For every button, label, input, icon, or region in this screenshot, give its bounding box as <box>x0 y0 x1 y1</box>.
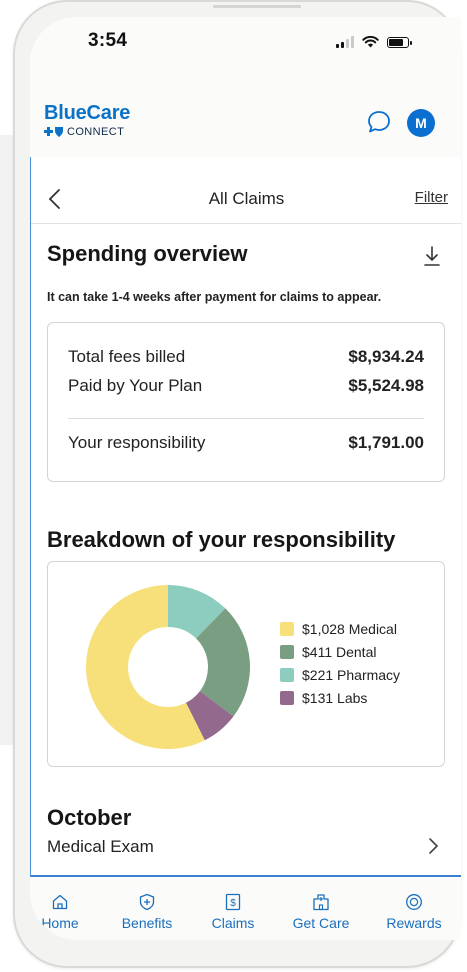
phone-top-edge <box>213 5 301 8</box>
breakdown-title: Breakdown of your responsibility <box>47 527 396 552</box>
breakdown-card: $1,028 Medical $411 Dental $221 Pharmacy… <box>47 561 445 767</box>
filter-button[interactable]: Filter <box>415 189 448 206</box>
fee-row-paid-by-plan: Paid by Your Plan $5,524.98 <box>68 376 424 396</box>
logo-text: BlueCare <box>44 102 131 124</box>
chat-icon[interactable] <box>366 109 392 135</box>
legend-label: $411 Dental <box>302 643 377 660</box>
fee-amount: $5,524.98 <box>348 376 424 395</box>
phone-screen: 3:54 BlueCare CONNECT M All Claims Filte… <box>30 17 461 940</box>
legend-swatch <box>280 690 294 705</box>
building-icon <box>313 894 329 911</box>
fee-label: Your responsibility <box>68 433 206 452</box>
tab-label: Rewards <box>386 915 442 931</box>
status-icons <box>336 36 412 48</box>
fee-label: Paid by Your Plan <box>68 376 203 395</box>
svg-text:$: $ <box>230 898 236 909</box>
legend-swatch <box>280 644 294 659</box>
spending-summary-card: Total fees billed $8,934.24 Paid by Your… <box>47 322 445 482</box>
legend-item: $411 Dental <box>280 640 400 663</box>
donut-chart <box>85 585 250 749</box>
home-icon <box>52 894 68 910</box>
legend-label: $131 Labs <box>302 689 368 706</box>
battery-icon <box>387 36 412 48</box>
chevron-right-icon[interactable] <box>427 837 439 855</box>
fee-label: Total fees billed <box>68 347 186 366</box>
cross-shield-logo-icon <box>44 126 63 137</box>
bluecare-logo: BlueCare CONNECT <box>44 102 130 138</box>
tab-label: Benefits <box>121 915 173 931</box>
tab-label: Claims <box>211 915 255 931</box>
tab-claims[interactable]: $ Claims <box>193 893 273 931</box>
content-bottom-divider <box>31 875 461 877</box>
tab-home[interactable]: Home <box>30 893 100 931</box>
spending-overview-title: Spending overview <box>47 241 248 266</box>
tab-get-care[interactable]: Get Care <box>281 893 361 931</box>
claim-row-medical-exam[interactable]: Medical Exam <box>47 837 154 857</box>
nav-divider <box>31 223 461 224</box>
tab-label: Home <box>41 915 79 931</box>
card-divider <box>68 418 424 419</box>
status-time: 3:54 <box>88 30 128 51</box>
october-title: October <box>47 805 132 830</box>
wifi-icon <box>362 36 379 48</box>
claims-notice: It can take 1-4 weeks after payment for … <box>47 290 382 304</box>
tab-benefits[interactable]: Benefits <box>107 893 187 931</box>
avatar[interactable]: M <box>407 109 435 137</box>
fee-amount: $1,791.00 <box>348 433 424 452</box>
fee-row-your-responsibility: Your responsibility $1,791.00 <box>68 433 424 453</box>
fee-row-total-billed: Total fees billed $8,934.24 <box>68 347 424 367</box>
page-title: All Claims <box>208 189 285 208</box>
legend-item: $1,028 Medical <box>280 617 400 640</box>
logo-subtext: CONNECT <box>67 126 125 138</box>
legend-item: $221 Pharmacy <box>280 663 400 686</box>
signal-icon <box>336 36 354 48</box>
fee-amount: $8,934.24 <box>348 347 424 366</box>
shield-icon <box>139 893 155 911</box>
legend-swatch <box>280 621 294 636</box>
legend-label: $1,028 Medical <box>302 620 397 637</box>
download-icon[interactable] <box>423 245 441 267</box>
legend-swatch <box>280 667 294 682</box>
chart-legend: $1,028 Medical $411 Dental $221 Pharmacy… <box>280 617 400 709</box>
claims-content: All Claims Filter Spending overview It c… <box>30 157 461 877</box>
tab-rewards[interactable]: Rewards <box>374 893 454 931</box>
rewards-icon <box>406 894 422 910</box>
bottom-tab-bar: Home Benefits $ Claims Get Care Rewards <box>30 879 461 939</box>
legend-item: $131 Labs <box>280 686 400 709</box>
legend-label: $221 Pharmacy <box>302 666 401 683</box>
tab-label: Get Care <box>292 915 350 931</box>
dollar-icon: $ <box>225 893 241 911</box>
